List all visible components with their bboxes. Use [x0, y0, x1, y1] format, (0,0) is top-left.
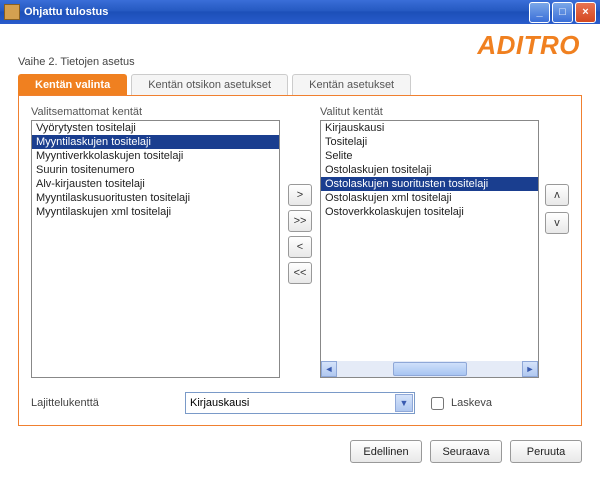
list-item[interactable]: Myyntiverkkolaskujen tositelaji [32, 149, 279, 163]
selected-label: Valitut kentät [320, 106, 539, 118]
list-item[interactable]: Selite [321, 149, 538, 163]
move-down-button[interactable]: v [545, 212, 569, 234]
list-item[interactable]: Myyntilaskusuoritusten tositelaji [32, 191, 279, 205]
remove-button[interactable]: < [288, 236, 312, 258]
desc-checkbox[interactable] [431, 397, 444, 410]
list-item[interactable]: Ostoverkkolaskujen tositelaji [321, 205, 538, 219]
tab-field-selection[interactable]: Kentän valinta [18, 74, 127, 95]
scroll-thumb[interactable] [393, 362, 467, 376]
scroll-right-icon[interactable]: ► [522, 361, 538, 377]
titlebar: Ohjattu tulostus _ □ × [0, 0, 600, 24]
list-item[interactable]: Ostolaskujen tositelaji [321, 163, 538, 177]
tab-field-settings[interactable]: Kentän asetukset [292, 74, 411, 95]
scroll-track[interactable] [337, 361, 522, 377]
maximize-button[interactable]: □ [552, 2, 573, 23]
tab-panel: Valitsemattomat kentät Vyörytysten tosit… [18, 96, 582, 426]
available-label: Valitsemattomat kentät [31, 106, 280, 118]
sort-row: Lajittelukenttä Kirjauskausi ▼ Laskeva [31, 392, 569, 414]
close-button[interactable]: × [575, 2, 596, 23]
dialog-content: ADITRO Vaihe 2. Tietojen asetus Kentän v… [0, 24, 600, 500]
chevron-down-icon[interactable]: ▼ [395, 394, 413, 412]
list-item[interactable]: Ostolaskujen suoritusten tositelaji [321, 177, 538, 191]
app-icon [4, 4, 20, 20]
list-item[interactable]: Vyörytysten tositelaji [32, 121, 279, 135]
sort-field-combo[interactable]: Kirjauskausi ▼ [185, 392, 415, 414]
dialog-footer: Edellinen Seuraava Peruuta [18, 440, 582, 463]
cancel-button[interactable]: Peruuta [510, 440, 582, 463]
available-column: Valitsemattomat kentät Vyörytysten tosit… [31, 106, 280, 378]
list-item[interactable]: Tositelaji [321, 135, 538, 149]
available-listbox[interactable]: Vyörytysten tositelajiMyyntilaskujen tos… [31, 120, 280, 378]
sort-label: Lajittelukenttä [31, 397, 173, 409]
move-up-button[interactable]: ʌ [545, 184, 569, 206]
minimize-button[interactable]: _ [529, 2, 550, 23]
desc-checkbox-wrap[interactable]: Laskeva [427, 394, 569, 413]
tab-strip: Kentän valinta Kentän otsikon asetukset … [18, 74, 582, 96]
list-item[interactable]: Ostolaskujen xml tositelaji [321, 191, 538, 205]
list-item[interactable]: Myyntilaskujen tositelaji [32, 135, 279, 149]
list-item[interactable]: Alv-kirjausten tositelaji [32, 177, 279, 191]
order-buttons: ʌ v [545, 106, 569, 378]
add-all-button[interactable]: >> [288, 210, 312, 232]
sort-field-value: Kirjauskausi [190, 397, 249, 409]
brand-logo: ADITRO [477, 30, 580, 61]
dual-list: Valitsemattomat kentät Vyörytysten tosit… [31, 106, 569, 378]
desc-label: Laskeva [451, 397, 492, 409]
list-item[interactable]: Suurin tositenumero [32, 163, 279, 177]
next-button[interactable]: Seuraava [430, 440, 502, 463]
list-item[interactable]: Kirjauskausi [321, 121, 538, 135]
prev-button[interactable]: Edellinen [350, 440, 422, 463]
tab-field-header-settings[interactable]: Kentän otsikon asetukset [131, 74, 288, 95]
list-item[interactable]: Myyntilaskujen xml tositelaji [32, 205, 279, 219]
move-buttons: > >> < << [288, 106, 312, 378]
h-scrollbar[interactable]: ◄ ► [321, 361, 538, 377]
selected-listbox[interactable]: KirjauskausiTositelajiSeliteOstolaskujen… [320, 120, 539, 378]
scroll-left-icon[interactable]: ◄ [321, 361, 337, 377]
selected-column: Valitut kentät KirjauskausiTositelajiSel… [320, 106, 539, 378]
window-title: Ohjattu tulostus [24, 6, 527, 18]
add-button[interactable]: > [288, 184, 312, 206]
remove-all-button[interactable]: << [288, 262, 312, 284]
